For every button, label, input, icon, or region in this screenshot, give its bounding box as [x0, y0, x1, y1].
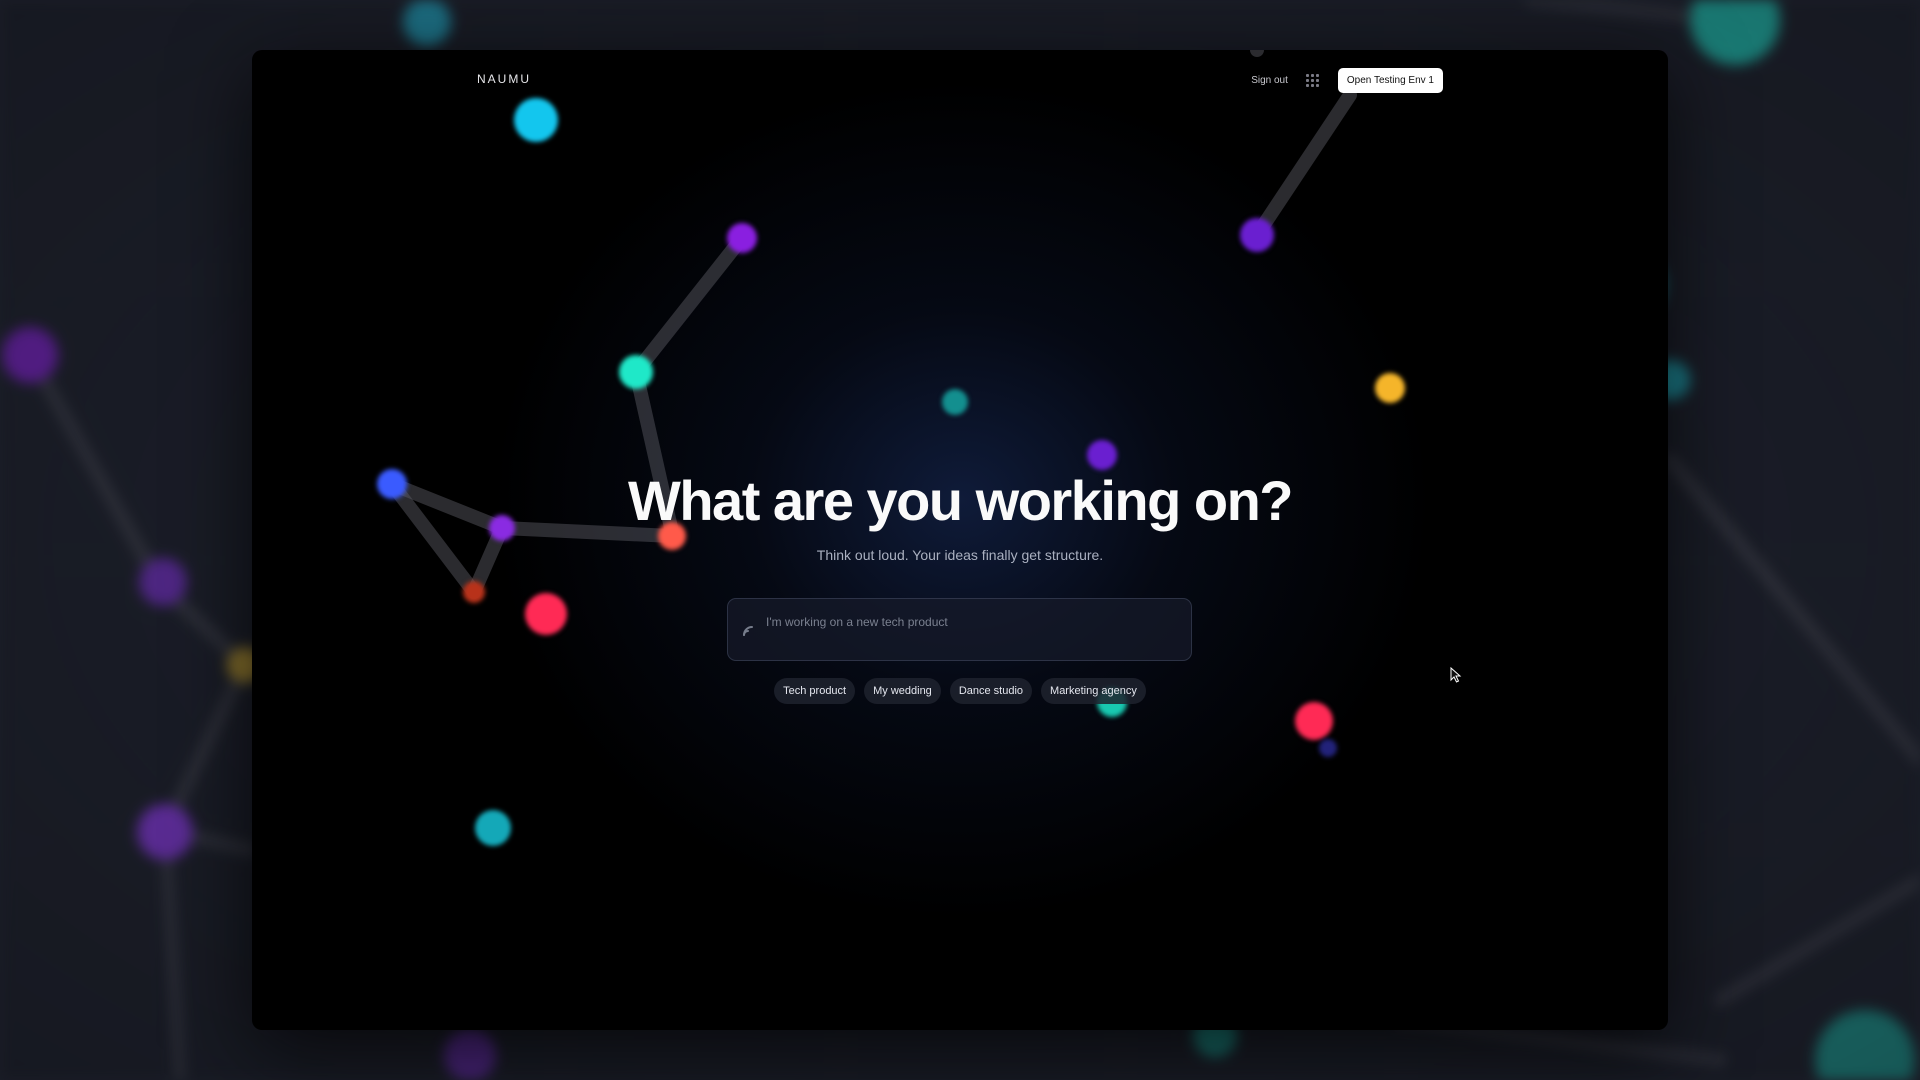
chip-tech-product[interactable]: Tech product: [774, 678, 856, 704]
network-node: [514, 98, 558, 142]
network-node: [1295, 702, 1333, 740]
mouse-cursor-icon: [1450, 667, 1462, 683]
sign-out-button[interactable]: Sign out: [1251, 75, 1288, 86]
prompt-input[interactable]: [766, 615, 1177, 629]
network-node: [463, 581, 485, 603]
network-node: [475, 810, 511, 846]
hero-subtitle: Think out loud. Your ideas finally get s…: [816, 547, 1104, 563]
network-node: [727, 223, 757, 253]
app-window: NAUMU Sign out Open Testing Env 1 What a…: [252, 50, 1668, 1030]
brand-logo[interactable]: NAUMU: [477, 72, 531, 86]
sparkle-icon: [742, 623, 756, 637]
network-node: [1375, 373, 1405, 403]
network-node: [525, 593, 567, 635]
hero-title: What are you working on?: [627, 469, 1294, 532]
network-graph: [377, 50, 1405, 846]
network-node: [942, 389, 968, 415]
network-node: [1240, 218, 1274, 252]
open-testing-env-button[interactable]: Open Testing Env 1: [1337, 68, 1443, 93]
network-node: [1087, 440, 1117, 470]
top-nav: Sign out Open Testing Env 1: [1251, 68, 1443, 93]
network-node: [619, 355, 653, 389]
chip-my-wedding[interactable]: My wedding: [864, 678, 941, 704]
chip-dance-studio[interactable]: Dance studio: [949, 678, 1033, 704]
network-node: [1319, 739, 1337, 757]
grid-icon[interactable]: [1306, 74, 1320, 88]
prompt-box[interactable]: [727, 598, 1192, 661]
chip-marketing-agency[interactable]: Marketing agency: [1041, 678, 1146, 704]
